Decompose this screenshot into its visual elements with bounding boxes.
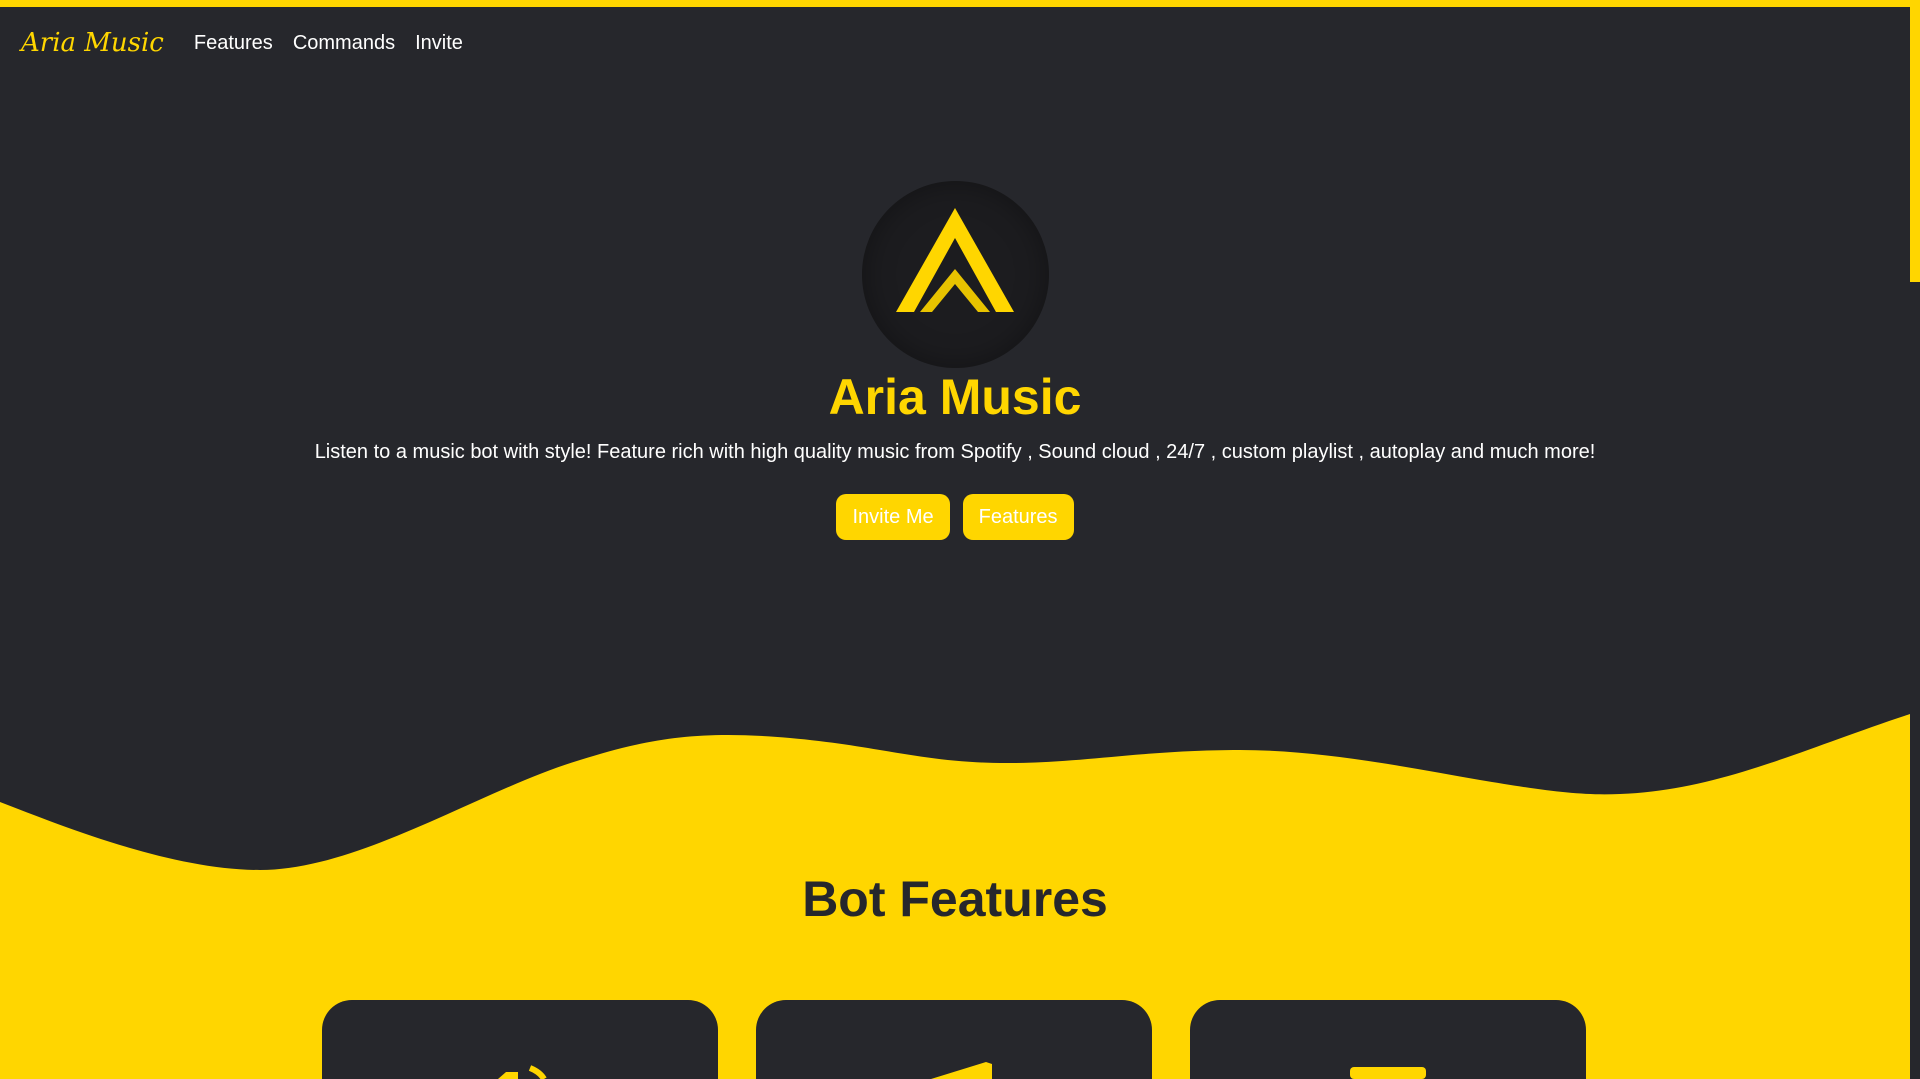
hero-logo: [862, 181, 1049, 368]
navbar: Aria Music Features Commands Invite: [0, 7, 1900, 79]
page: Aria Music Features Commands Invite Aria…: [0, 0, 1920, 1079]
hero-title: Aria Music: [828, 369, 1082, 425]
features-button[interactable]: Features: [962, 494, 1074, 540]
hero-subtitle: Listen to a music bot with style! Featur…: [314, 441, 1596, 463]
hero-buttons: Invite Me Features: [0, 494, 1910, 540]
feature-card-volume[interactable]: [322, 1000, 718, 1079]
nav-link-commands[interactable]: Commands: [293, 32, 395, 55]
scrollbar-thumb[interactable]: [1910, 7, 1920, 282]
aria-logo-icon: [896, 208, 1014, 312]
playlist-icon: [1350, 1067, 1426, 1079]
feature-card-megaphone[interactable]: [756, 1000, 1152, 1079]
features-title: Bot Features: [802, 871, 1108, 927]
nav-link-features[interactable]: Features: [194, 32, 273, 55]
megaphone-icon: [931, 1062, 992, 1079]
invite-me-button[interactable]: Invite Me: [836, 494, 950, 540]
nav-link-invite[interactable]: Invite: [415, 32, 463, 55]
top-accent-bar: [0, 0, 1920, 7]
volume-icon: [498, 1065, 547, 1079]
brand-link[interactable]: Aria Music: [21, 28, 164, 58]
feature-card-playlist[interactable]: [1190, 1000, 1586, 1079]
